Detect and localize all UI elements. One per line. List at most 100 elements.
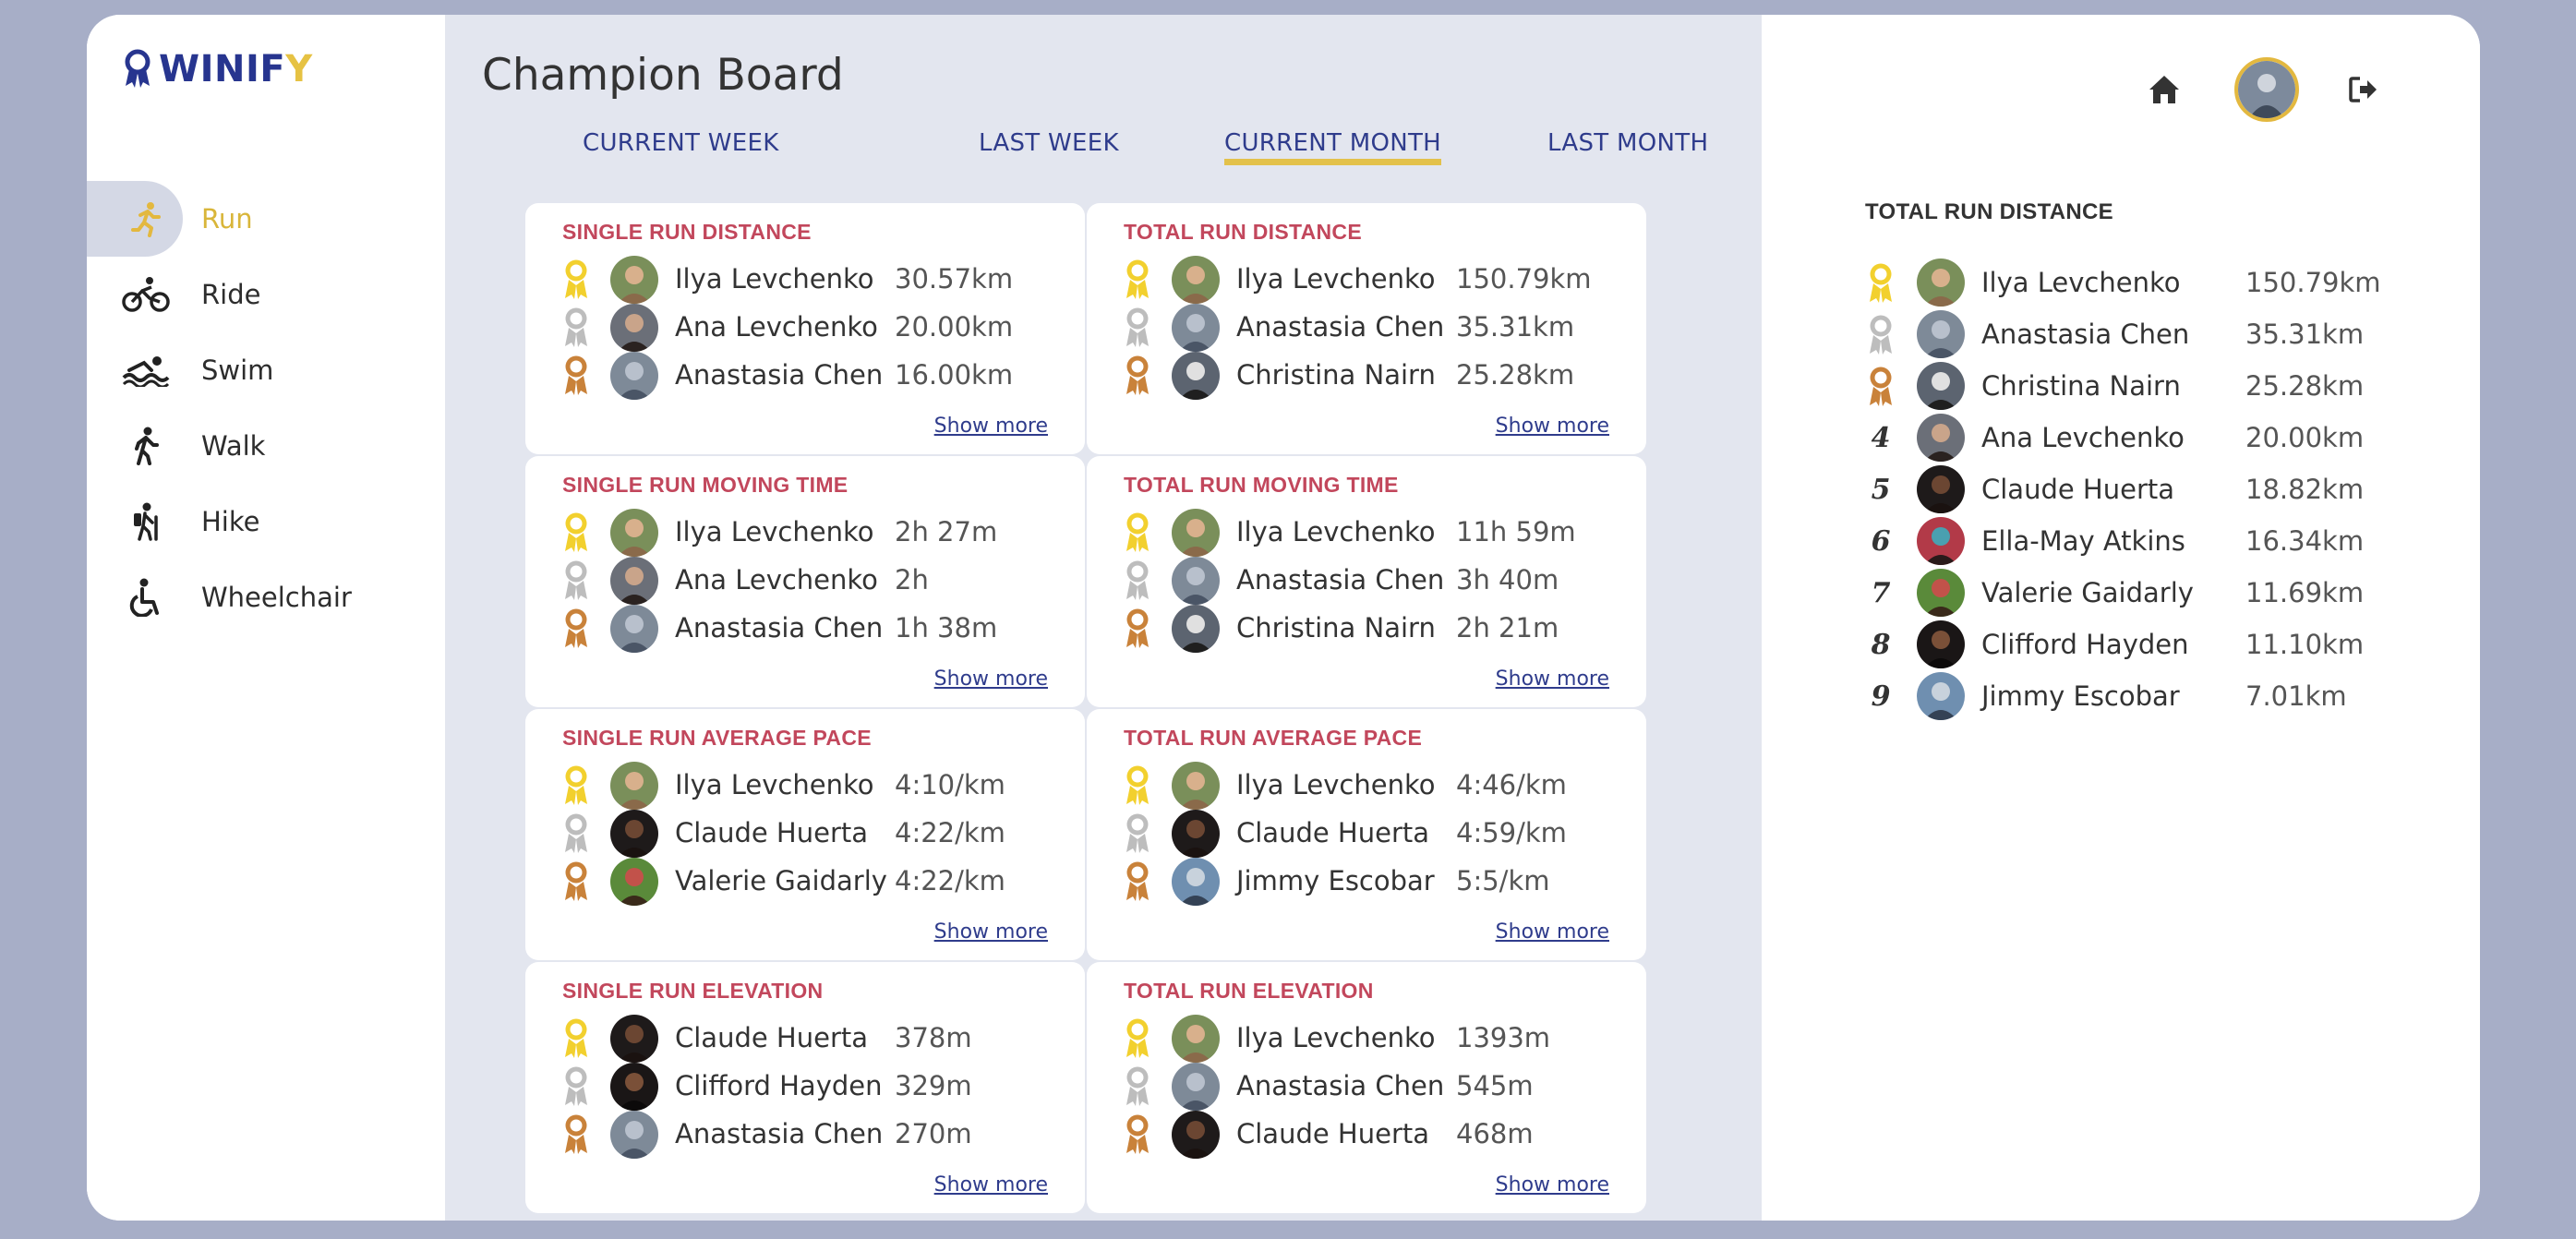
avatar[interactable] xyxy=(610,352,658,400)
bike-icon xyxy=(122,274,170,315)
avatar[interactable] xyxy=(1172,1063,1220,1111)
athlete-name[interactable]: Anastasia Chen xyxy=(1981,319,2189,350)
avatar[interactable] xyxy=(610,304,658,352)
avatar[interactable] xyxy=(610,509,658,557)
athlete-name[interactable]: Claude Huerta xyxy=(1236,817,1429,848)
avatar[interactable] xyxy=(1917,620,1965,668)
tab-current-month[interactable]: CURRENT MONTH xyxy=(1224,129,1442,165)
avatar[interactable] xyxy=(610,1015,658,1063)
avatar[interactable] xyxy=(610,858,658,906)
avatar[interactable] xyxy=(610,810,658,858)
athlete-name[interactable]: Anastasia Chen xyxy=(1236,311,1444,343)
avatar[interactable] xyxy=(610,256,658,304)
athlete-name[interactable]: Ana Levchenko xyxy=(675,311,878,343)
home-icon[interactable] xyxy=(2148,74,2181,109)
avatar[interactable] xyxy=(1917,672,1965,720)
athlete-name[interactable]: Claude Huerta xyxy=(1981,474,2174,505)
show-more-link[interactable]: Show more xyxy=(1496,1173,1609,1197)
tab-last-month[interactable]: LAST MONTH xyxy=(1547,129,1708,157)
athlete-name[interactable]: Claude Huerta xyxy=(1236,1118,1429,1149)
avatar[interactable] xyxy=(1172,509,1220,557)
show-more-link[interactable]: Show more xyxy=(934,668,1048,691)
athlete-name[interactable]: Ella-May Atkins xyxy=(1981,525,2185,557)
tab-current-week[interactable]: CURRENT WEEK xyxy=(583,129,779,157)
athlete-name[interactable]: Ilya Levchenko xyxy=(1236,769,1435,800)
sidebar-item-walk[interactable]: Walk xyxy=(87,408,445,484)
avatar[interactable] xyxy=(610,1111,658,1159)
leaderboard-row: Ilya Levchenko 11h 59m xyxy=(1122,506,1639,558)
athlete-name[interactable]: Ilya Levchenko xyxy=(675,263,873,295)
avatar[interactable] xyxy=(1172,1015,1220,1063)
athlete-name[interactable]: Clifford Hayden xyxy=(1981,629,2189,660)
athlete-name[interactable]: Ilya Levchenko xyxy=(1236,263,1435,295)
athlete-name[interactable]: Claude Huerta xyxy=(675,1022,868,1053)
avatar[interactable] xyxy=(1172,858,1220,906)
show-more-link[interactable]: Show more xyxy=(1496,920,1609,944)
user-avatar[interactable] xyxy=(2234,57,2299,122)
athlete-name[interactable]: Clifford Hayden xyxy=(675,1070,883,1101)
show-more-link[interactable]: Show more xyxy=(934,415,1048,438)
medal-icon xyxy=(560,511,592,553)
athlete-name[interactable]: Ilya Levchenko xyxy=(675,769,873,800)
show-more-link[interactable]: Show more xyxy=(934,920,1048,944)
avatar[interactable] xyxy=(1172,557,1220,605)
athlete-name[interactable]: Christina Nairn xyxy=(1236,359,1436,391)
tab-last-week[interactable]: LAST WEEK xyxy=(979,129,1119,157)
athlete-name[interactable]: Christina Nairn xyxy=(1236,612,1436,644)
athlete-name[interactable]: Ana Levchenko xyxy=(1981,422,2185,453)
athlete-name[interactable]: Ana Levchenko xyxy=(675,564,878,595)
brand-logo[interactable]: WINIF Y xyxy=(122,48,313,90)
athlete-name[interactable]: Anastasia Chen xyxy=(675,359,883,391)
athlete-name[interactable]: Jimmy Escobar xyxy=(1981,680,2180,712)
sidebar-item-label: Hike xyxy=(201,506,260,537)
athlete-name[interactable]: Anastasia Chen xyxy=(1236,564,1444,595)
leaderboard-row: Claude Huerta 4:59/km xyxy=(1122,807,1639,859)
medal-icon xyxy=(560,812,592,854)
avatar[interactable] xyxy=(1917,517,1965,565)
stat-value: 5:5/km xyxy=(1456,865,1550,896)
avatar[interactable] xyxy=(1917,259,1965,307)
logout-icon[interactable] xyxy=(2349,76,2378,107)
avatar[interactable] xyxy=(610,557,658,605)
athlete-name[interactable]: Ilya Levchenko xyxy=(1236,516,1435,547)
avatar[interactable] xyxy=(610,762,658,810)
avatar[interactable] xyxy=(1917,310,1965,358)
avatar[interactable] xyxy=(610,605,658,653)
avatar[interactable] xyxy=(1172,304,1220,352)
show-more-link[interactable]: Show more xyxy=(934,1173,1048,1197)
avatar[interactable] xyxy=(610,1063,658,1111)
avatar[interactable] xyxy=(1172,256,1220,304)
avatar[interactable] xyxy=(1172,762,1220,810)
avatar[interactable] xyxy=(1917,362,1965,410)
show-more-link[interactable]: Show more xyxy=(1496,668,1609,691)
show-more-link[interactable]: Show more xyxy=(1496,415,1609,438)
athlete-name[interactable]: Ilya Levchenko xyxy=(1981,267,2180,298)
athlete-name[interactable]: Ilya Levchenko xyxy=(1236,1022,1435,1053)
sidebar-item-wheelchair[interactable]: Wheelchair xyxy=(87,559,445,635)
rank-number: 7 xyxy=(1871,576,1891,609)
avatar[interactable] xyxy=(1917,569,1965,617)
athlete-name[interactable]: Claude Huerta xyxy=(675,817,868,848)
stat-card: SINGLE RUN MOVING TIME Ilya Levchenko 2h 2… xyxy=(525,456,1085,707)
sidebar-item-swim[interactable]: Swim xyxy=(87,332,445,408)
athlete-name[interactable]: Christina Nairn xyxy=(1981,370,2181,402)
avatar[interactable] xyxy=(1172,605,1220,653)
avatar[interactable] xyxy=(1172,1111,1220,1159)
avatar[interactable] xyxy=(1172,810,1220,858)
athlete-name[interactable]: Anastasia Chen xyxy=(1236,1070,1444,1101)
avatar[interactable] xyxy=(1917,414,1965,462)
athlete-name[interactable]: Valerie Gaidarly xyxy=(675,865,887,896)
athlete-name[interactable]: Anastasia Chen xyxy=(675,612,883,644)
athlete-name[interactable]: Ilya Levchenko xyxy=(675,516,873,547)
leaderboard-row: Clifford Hayden 329m xyxy=(560,1060,1077,1112)
athlete-name[interactable]: Valerie Gaidarly xyxy=(1981,577,2194,608)
sidebar-item-hike[interactable]: Hike xyxy=(87,484,445,559)
avatar[interactable] xyxy=(1917,465,1965,513)
avatar[interactable] xyxy=(1172,352,1220,400)
brand-name-accent: Y xyxy=(285,48,313,90)
sidebar-item-run[interactable]: Run xyxy=(87,181,445,257)
athlete-name[interactable]: Anastasia Chen xyxy=(675,1118,883,1149)
athlete-name[interactable]: Jimmy Escobar xyxy=(1236,865,1435,896)
stat-value: 11.10km xyxy=(2245,629,2365,660)
sidebar-item-ride[interactable]: Ride xyxy=(87,257,445,332)
